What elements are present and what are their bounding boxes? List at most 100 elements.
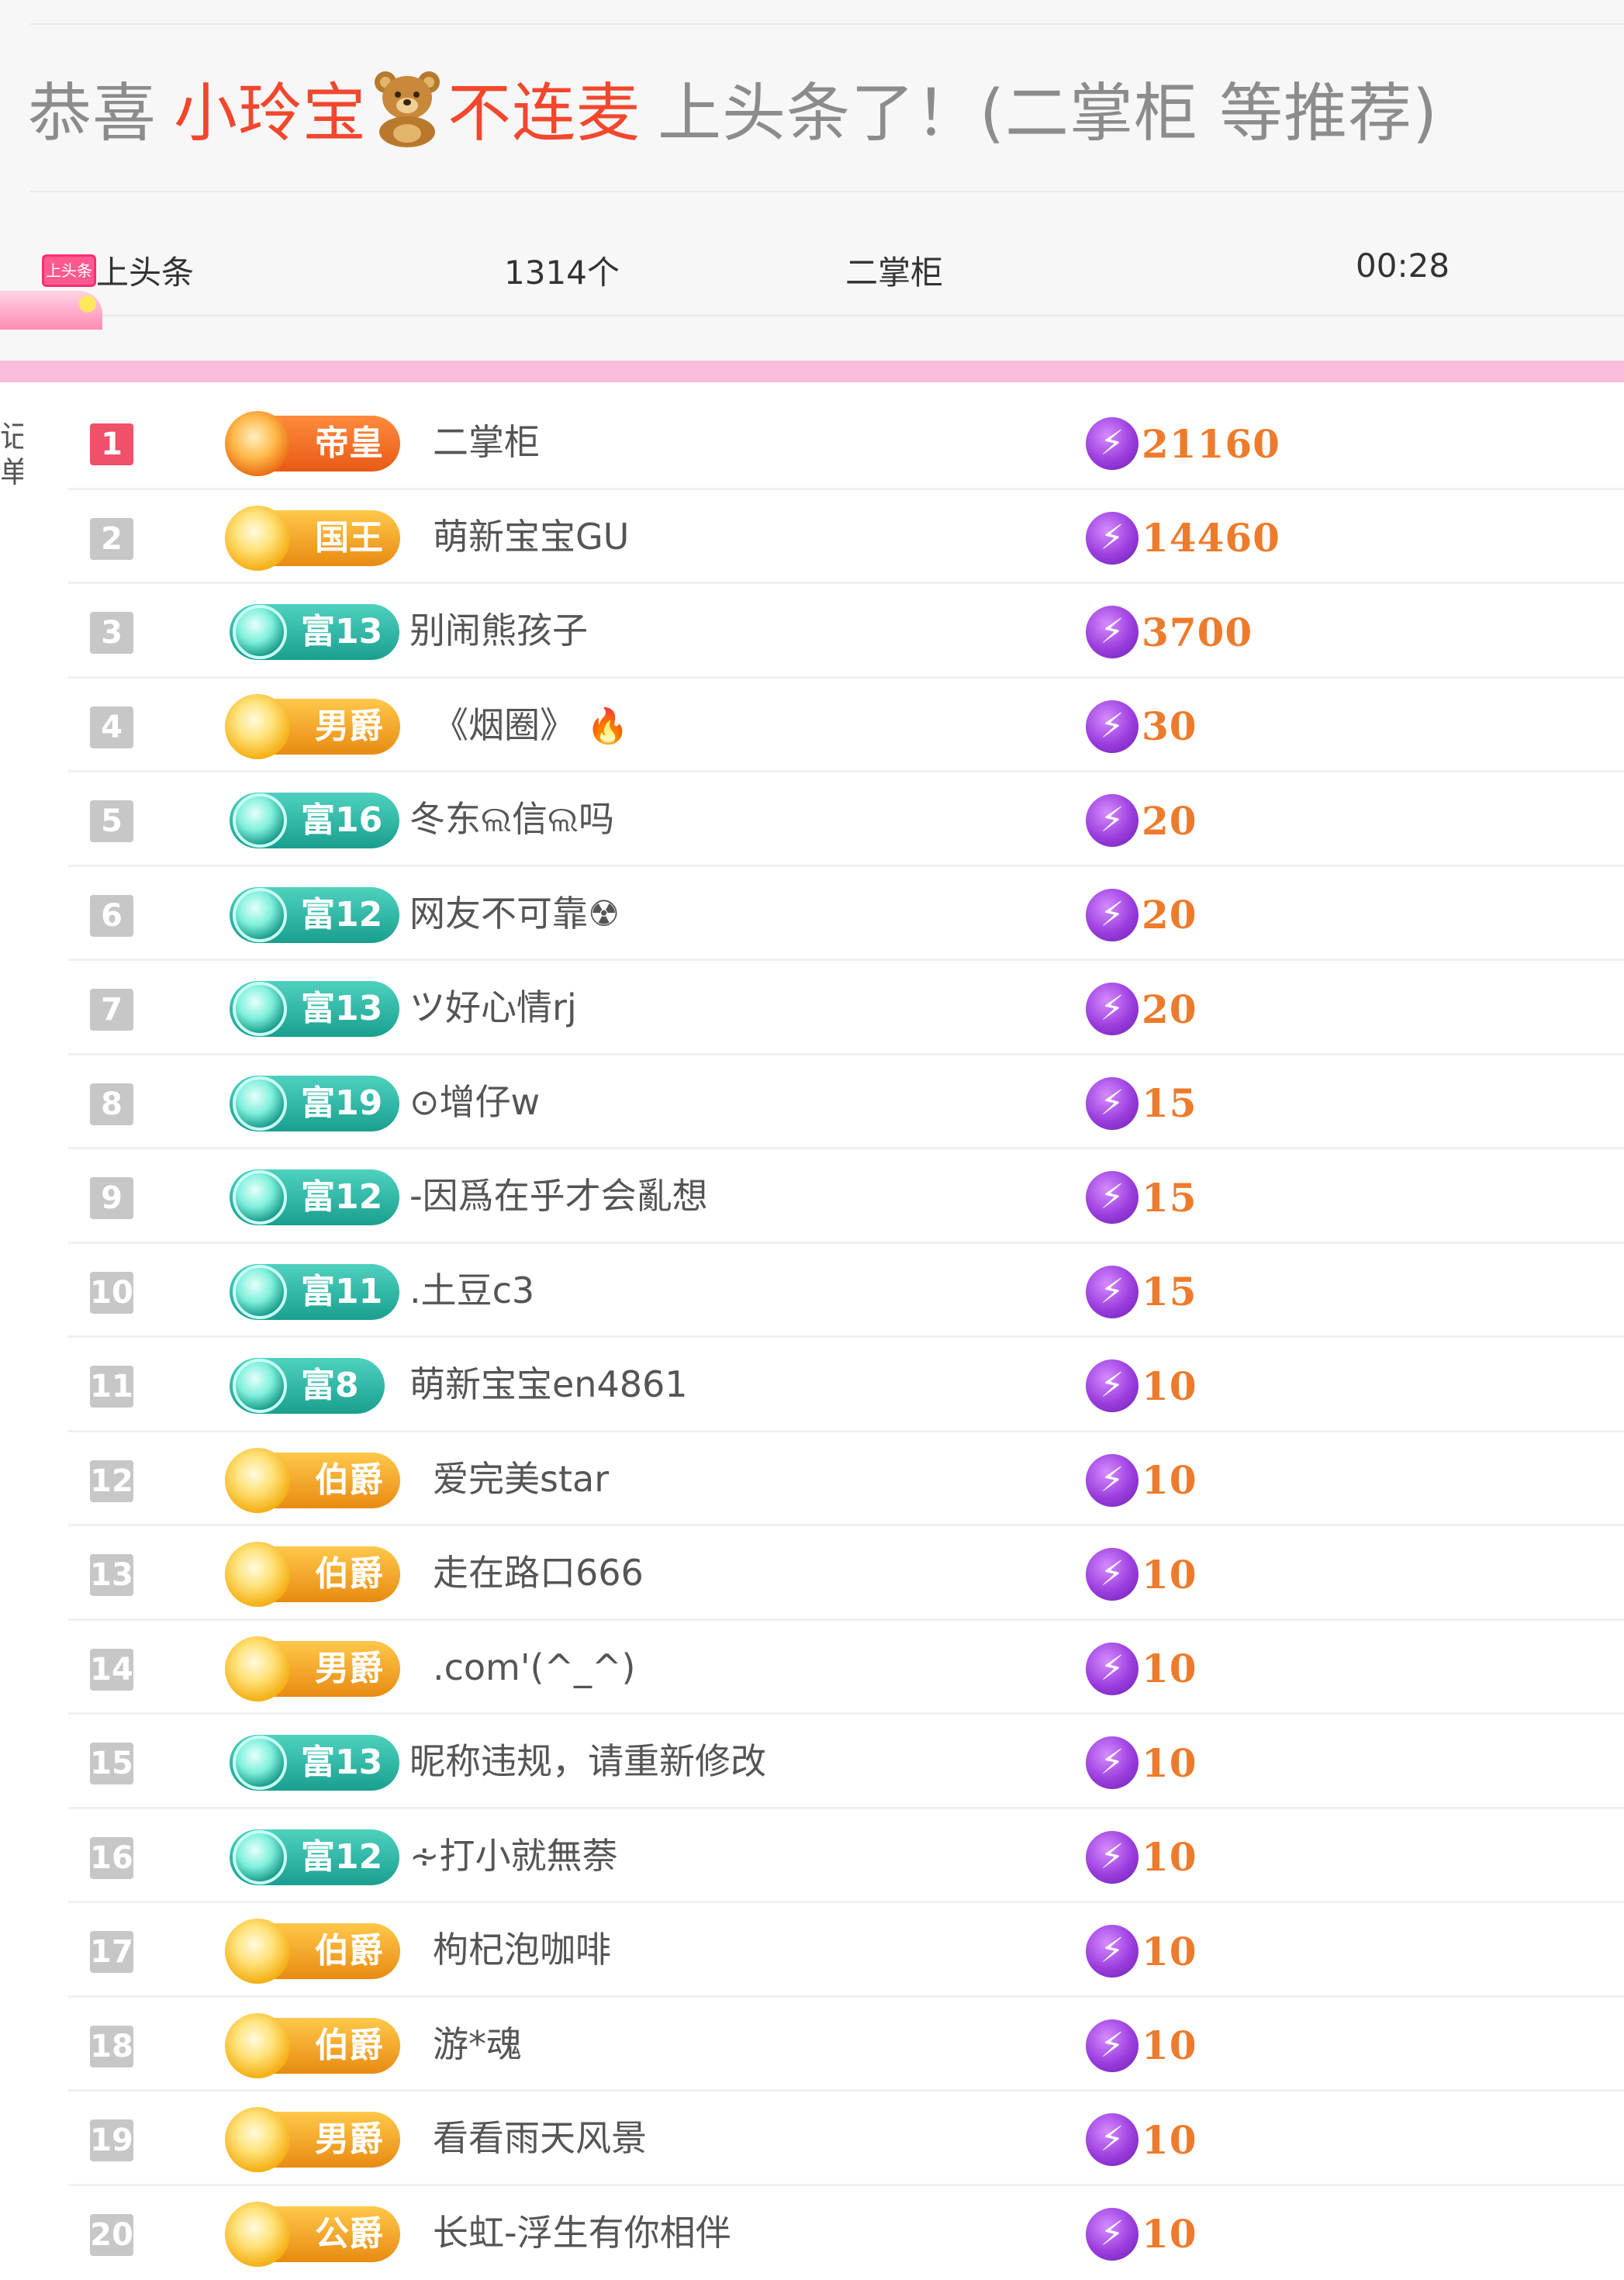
contribution-score: 10 — [1086, 1356, 1197, 1415]
user-nickname[interactable]: .土豆c3 — [409, 1263, 534, 1318]
level-badge: 富13 — [230, 604, 399, 660]
rank-row[interactable]: 2 国王 萌新宝宝GU 14460 — [68, 490, 1624, 585]
rank-row[interactable]: 6富12网友不可靠☢20 — [68, 867, 1624, 962]
score-value: 10 — [1142, 2117, 1197, 2163]
rank-row[interactable]: 3 富13别闹熊孩子 3700 — [68, 584, 1624, 679]
user-nickname[interactable]: ツ好心情rj — [409, 979, 577, 1035]
streamer-nickname-part2[interactable]: 不连麦 — [447, 61, 641, 154]
score-value: 10 — [1142, 1834, 1197, 1880]
user-nickname[interactable]: 萌新宝宝en4861 — [409, 1356, 688, 1412]
lightning-coin-icon — [1086, 1454, 1139, 1507]
user-nickname-text: 爱完美star — [433, 1458, 609, 1500]
user-nickname[interactable]: .com'(^_^) — [433, 1639, 636, 1695]
rank-number: 2 — [90, 518, 133, 560]
rank-row[interactable]: 7富13ツ好心情rj20 — [68, 961, 1624, 1055]
score-value: 10 — [1142, 1929, 1197, 1974]
wealth-level-icon — [233, 793, 287, 848]
sender-name[interactable]: 二掌柜 — [845, 247, 943, 294]
user-nickname[interactable]: -因爲在乎才会亂想 — [409, 1168, 708, 1224]
score-value: 10 — [1142, 2023, 1197, 2068]
contribution-score: 10 — [1086, 2205, 1197, 2264]
user-nickname[interactable]: 游*魂 — [433, 2016, 522, 2072]
noble-crown-icon — [225, 694, 290, 759]
user-nickname-text: 游*魂 — [433, 2023, 522, 2065]
rank-number: 4 — [90, 706, 133, 748]
rank-row[interactable]: 14男爵.com'(^_^)10 — [68, 1621, 1624, 1715]
user-nickname[interactable]: 萌新宝宝GU — [433, 509, 629, 565]
rank-row[interactable]: 18伯爵游*魂10 — [68, 1998, 1624, 2092]
rank-number: 20 — [90, 2214, 133, 2256]
rank-row[interactable]: 10富11.土豆c315 — [68, 1244, 1624, 1339]
lightning-coin-icon — [1086, 1736, 1139, 1789]
score-value: 3700 — [1142, 610, 1253, 655]
contribution-score: 10 — [1086, 1451, 1197, 1510]
level-badge-label: 国王 — [315, 518, 383, 558]
rank-row[interactable]: 13伯爵走在路口66610 — [68, 1526, 1624, 1621]
rank-number: 15 — [90, 1743, 133, 1784]
user-nickname[interactable]: ∻打小就無萘 — [409, 1828, 618, 1884]
rank-row[interactable]: 16富12∻打小就無萘10 — [68, 1809, 1624, 1904]
rank-number: 11 — [90, 1366, 133, 1408]
user-nickname[interactable]: 走在路口666 — [433, 1545, 644, 1601]
headline-label: 上头条 — [96, 247, 194, 294]
wealth-level-icon — [233, 1830, 287, 1884]
user-nickname[interactable]: 别闹熊孩子 — [409, 603, 588, 658]
rank-row[interactable]: 5富16冬东ଲ信ଲ吗20 — [68, 772, 1624, 867]
headline-banner: 恭喜 小玲宝 不连麦 上头条了！(二掌柜 等推荐) 上头条 上头条 1314个 … — [0, 0, 1624, 380]
streamer-nickname-part1[interactable]: 小玲宝 — [174, 61, 367, 154]
user-nickname[interactable]: 二掌柜 — [433, 414, 540, 470]
bear-emoji-icon — [368, 67, 446, 147]
level-badge: 富16 — [230, 793, 399, 848]
user-nickname[interactable]: 枸杞泡咖啡 — [433, 1922, 611, 1978]
user-nickname[interactable]: 昵称违规，请重新修改 — [409, 1733, 766, 1789]
contribution-score: 10 — [1086, 1828, 1197, 1887]
contribution-score: 15 — [1086, 1074, 1197, 1133]
level-badge-label: 富12 — [301, 1177, 382, 1217]
user-nickname-text: ∻打小就無萘 — [409, 1835, 618, 1877]
user-nickname[interactable]: 长虹-浮生有你相伴 — [433, 2205, 731, 2261]
score-value: 15 — [1142, 1175, 1197, 1221]
user-nickname-text: 别闹熊孩子 — [409, 610, 588, 651]
rank-row[interactable]: 19男爵看看雨天风景10 — [68, 2092, 1624, 2186]
user-nickname-text: -因爲在乎才会亂想 — [409, 1175, 708, 1217]
score-value: 15 — [1142, 1269, 1197, 1314]
noble-crown-icon — [225, 506, 290, 571]
user-nickname[interactable]: 冬东ଲ信ଲ吗 — [409, 791, 614, 847]
rank-row[interactable]: 1帝皇二掌柜21160 — [68, 396, 1624, 490]
level-badge: 富12 — [230, 1169, 399, 1225]
user-nickname-text: ⊙增仔w — [409, 1081, 540, 1123]
rank-row[interactable]: 15富13昵称违规，请重新修改10 — [68, 1715, 1624, 1809]
user-nickname[interactable]: 看看雨天风景 — [433, 2110, 647, 2166]
rank-row[interactable]: 8富19⊙增仔w15 — [68, 1055, 1624, 1150]
level-badge-label: 伯爵 — [315, 1554, 383, 1594]
headline-tag-icon: 上头条 — [42, 254, 96, 287]
rank-row[interactable]: 17伯爵枸杞泡咖啡10 — [68, 1903, 1624, 1998]
level-badge: 富13 — [230, 1735, 399, 1791]
rank-number: 12 — [90, 1460, 133, 1502]
user-nickname[interactable]: 爱完美star — [433, 1451, 609, 1507]
level-badge: 富12 — [230, 887, 399, 943]
user-nickname-text: 冬东ଲ信ଲ吗 — [409, 798, 614, 840]
noble-crown-icon — [225, 1636, 290, 1701]
user-nickname[interactable]: 《烟圈》 🔥 — [433, 697, 629, 753]
user-nickname-text: .com'(^_^) — [433, 1646, 636, 1688]
contribution-score: 14460 — [1086, 509, 1280, 568]
rank-row[interactable]: 11 富8 萌新宝宝en4861 10 — [68, 1338, 1624, 1432]
rank-row[interactable]: 12伯爵爱完美star10 — [68, 1432, 1624, 1527]
score-value: 10 — [1142, 1363, 1197, 1409]
level-badge: 富8 — [230, 1358, 385, 1414]
rank-number: 3 — [90, 612, 133, 654]
wealth-level-icon — [233, 982, 287, 1036]
user-nickname[interactable]: ⊙增仔w — [409, 1074, 540, 1130]
contribution-score: 10 — [1086, 2016, 1197, 2075]
corner-sticker-icon[interactable] — [0, 291, 102, 330]
rank-row[interactable]: 20公爵长虹-浮生有你相伴10 — [68, 2186, 1624, 2280]
level-badge: 男爵 — [230, 699, 400, 755]
rank-row[interactable]: 4男爵《烟圈》 🔥30 — [68, 679, 1624, 773]
rank-row[interactable]: 9富12-因爲在乎才会亂想15 — [68, 1149, 1624, 1244]
user-nickname[interactable]: 网友不可靠☢ — [409, 886, 620, 941]
wealth-level-icon — [233, 1265, 287, 1319]
lightning-coin-icon — [1086, 512, 1139, 565]
lightning-coin-icon — [1086, 889, 1139, 941]
lightning-coin-icon — [1086, 983, 1139, 1035]
